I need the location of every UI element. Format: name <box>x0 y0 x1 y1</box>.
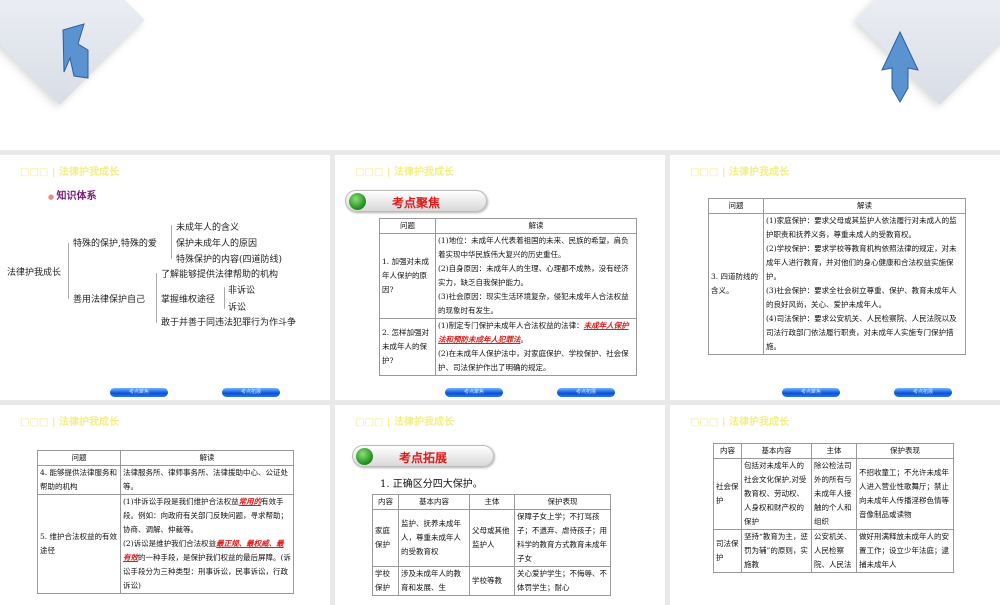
slide-thumbnail-6[interactable]: □□□ | 法律护我成长 内容 基本内容 主体 保护表现 社会保护 包括对未成年人的社会… <box>670 405 1000 605</box>
slide-header: □□□ | 法律护我成长 <box>355 417 454 428</box>
slide-thumbnail-1[interactable]: □□□ | 法律护我成长 ● 知识体系 法律护我成长 特殊的保护,特殊的爱 未成… <box>0 155 330 400</box>
table-row: 司法保护 坚持“教育为主，惩罚为辅”的原则，实施教 公安机关、人民检察院、人民法 做好… <box>713 529 954 573</box>
brace <box>68 243 69 299</box>
protection-table: 内容 基本内容 主体 保护表现 家庭保护 监护、抚养未成年人，尊重未成年人的受教育权 父母… <box>372 494 611 596</box>
next-nav-button[interactable]: 考点拓展 <box>557 388 615 397</box>
section-title: ● 知识体系 <box>48 191 97 202</box>
brace <box>171 225 172 259</box>
cell: 关心爱护学生；不侮辱、不体罚学生；耐心 <box>514 566 611 596</box>
intro-text: 1. 正确区分四大保护。 <box>380 479 483 490</box>
prev-nav-button[interactable]: 考点聚焦 <box>782 388 840 397</box>
col-header: 问题 <box>708 198 764 214</box>
table-row: 学校保护 涉及未成年人的教育和发展、生 学校等教 关心爱护学生；不侮辱、不体罚学生；耐… <box>372 566 611 596</box>
cell: 坚持“教育为主，惩罚为辅”的原则，实施教 <box>741 529 812 573</box>
col-header: 主体 <box>469 494 515 510</box>
answer-cell: (1)地位：未成年人代表着祖国的未来、民族的希望，肩负着实现中华民族伟大复兴的历… <box>435 233 637 319</box>
question-cell: 3. 四道防线的含义。 <box>708 213 764 355</box>
slide-header: □□□ | 法律护我成长 <box>690 417 789 428</box>
cell: 涉及未成年人的教育和发展、生 <box>398 566 470 596</box>
col-header: 内容 <box>713 443 742 459</box>
answer-cell: (1)制定专门保护未成年人合法权益的法律：未成年人保护法和预防未成年人犯罪法。(… <box>435 318 637 376</box>
cell: 除公检法司外的所有与未成年人接触的个人和组织 <box>811 458 857 530</box>
tree-leaf: 保护未成年人的原因 <box>176 239 258 249</box>
question-cell: 4. 能够提供法律服务和帮助的机构 <box>37 465 121 495</box>
col-header: 基本内容 <box>741 443 812 459</box>
arrow-icon <box>881 30 919 104</box>
cell: 监护、抚养未成年人，尊重未成年人的受教育权 <box>398 509 470 567</box>
col-header: 问题 <box>379 218 436 234</box>
tree-leaf: 掌握维权途径 <box>161 295 216 305</box>
table-row: 1. 加强对未成年人保护的原因? (1)地位：未成年人代表着祖国的未来、民族的希… <box>379 233 637 319</box>
tree-leaf: 非诉讼 <box>228 286 256 296</box>
question-cell: 2. 怎样加强对未成年人的保护? <box>379 318 436 376</box>
slide-preview-top <box>0 0 1000 150</box>
table-row: 家庭保护 监护、抚养未成年人，尊重未成年人的受教育权 父母或其他监护人 保障子女上学；… <box>372 509 611 567</box>
cell: 司法保护 <box>713 529 742 573</box>
banner-title: 考点拓展 <box>398 451 447 465</box>
col-header: 解读 <box>120 450 294 466</box>
section-banner: 考点聚焦 <box>345 190 487 212</box>
slide-thumbnail-5[interactable]: □□□ | 法律护我成长 考点拓展 1. 正确区分四大保护。 内容 基本内容 主体保… <box>335 405 665 605</box>
next-nav-button[interactable]: 考点拓展 <box>222 388 280 397</box>
tree-branch: 善用法律保护自己 <box>73 295 146 305</box>
slide-thumbnail-4[interactable]: □□□ | 法律护我成长 问题 解读 4. 能够提供法律服务和帮助的机构 法律服务所… <box>0 405 330 605</box>
section-banner: 考点拓展 <box>352 445 494 467</box>
answer-cell: (1)非诉讼手段是我们维护合法权益常用的有效手段。例如：向政府有关部门反映问题，… <box>120 494 294 594</box>
brace <box>224 287 225 309</box>
table-row: 2. 怎样加强对未成年人的保护? (1)制定专门保护未成年人合法权益的法律：未成… <box>379 318 637 376</box>
banner-title: 考点聚焦 <box>391 196 440 210</box>
tree-leaf: 特殊保护的内容(四道防线) <box>176 255 283 265</box>
qa-table: 问题 解读 1. 加强对未成年人保护的原因? (1)地位：未成年人代表着祖国的未来… <box>379 218 637 376</box>
slide-thumbnail-2[interactable]: □□□ | 法律护我成长 考点聚焦 问题 解读 1. 加强对未成年人保护的原因? … <box>335 155 665 400</box>
tree-branch: 特殊的保护,特殊的爱 <box>73 239 157 249</box>
qa-table: 问题 解读 3. 四道防线的含义。 (1)家庭保护：要求父母或其监护人依法履行对未… <box>708 198 966 355</box>
col-header: 基本内容 <box>398 494 470 510</box>
table-row: 5. 维护合法权益的有效途径 (1)非诉讼手段是我们维护合法权益常用的有效手段。… <box>37 494 294 594</box>
protection-table: 内容 基本内容 主体 保护表现 社会保护 包括对未成年人的社会文化保护,对受教育权、劳动… <box>713 443 954 573</box>
cell: 保障子女上学；不打骂孩子；不遗弃、虐待孩子；用科学的教育方式教育未成年子女 <box>514 509 611 567</box>
col-header: 问题 <box>37 450 121 466</box>
prev-nav-button[interactable]: 考点聚焦 <box>445 388 503 397</box>
slide-header: □□□ | 法律护我成长 <box>20 167 119 178</box>
cell: 家庭保护 <box>372 509 399 567</box>
slide-thumbnail-3[interactable]: □□□ | 法律护我成长 问题 解读 3. 四道防线的含义。 (1)家庭保护：要求… <box>670 155 1000 400</box>
answer-cell: 法律服务所、律师事务所、法律援助中心、公证处等。 <box>120 465 294 495</box>
tree-leaf: 未成年人的含义 <box>176 223 240 233</box>
cell: 做好刑满释放未成年人的安置工作；设立少年法庭；逮捕未成年人 <box>856 529 954 573</box>
next-nav-button[interactable]: 考点拓展 <box>894 388 952 397</box>
slide-header: □□□ | 法律护我成长 <box>20 417 119 428</box>
col-header: 主体 <box>811 443 857 459</box>
prev-nav-button[interactable]: 考点聚焦 <box>110 388 168 397</box>
cell: 父母或其他监护人 <box>469 509 515 567</box>
table-row: 3. 四道防线的含义。 (1)家庭保护：要求父母或其监护人依法履行对未成人的监护… <box>708 213 966 355</box>
slide-header: □□□ | 法律护我成长 <box>355 167 454 178</box>
tree-leaf: 诉讼 <box>228 303 247 313</box>
tree-leaf: 了解能够提供法律帮助的机构 <box>161 270 279 280</box>
col-header: 保护表现 <box>856 443 954 459</box>
cell: 学校保护 <box>372 566 399 596</box>
table-row: 4. 能够提供法律服务和帮助的机构 法律服务所、律师事务所、法律援助中心、公证处等… <box>37 465 294 495</box>
decorative-panel <box>855 0 1000 105</box>
col-header: 解读 <box>435 218 637 234</box>
tree-root: 法律护我成长 <box>7 268 62 278</box>
col-header: 解读 <box>763 198 966 214</box>
cell: 学校等教 <box>469 566 515 596</box>
question-cell: 1. 加强对未成年人保护的原因? <box>379 233 436 319</box>
brace <box>156 273 157 323</box>
col-header: 内容 <box>372 494 399 510</box>
cell: 社会保护 <box>713 458 742 530</box>
cell: 不招收童工；不允许未成年人进入营业性歌舞厅；禁止向未成年人传播淫秽色情等音像制品… <box>856 458 954 530</box>
table-row: 社会保护 包括对未成年人的社会文化保护,对受教育权、劳动权、人身权和财产权的保护除… <box>713 458 954 530</box>
arrow-icon <box>62 23 89 79</box>
question-cell: 5. 维护合法权益的有效途径 <box>37 494 121 594</box>
tree-leaf: 敢于并善于同违法犯罪行为作斗争 <box>161 318 297 328</box>
slide-header: □□□ | 法律护我成长 <box>690 167 789 178</box>
col-header: 保护表现 <box>514 494 611 510</box>
qa-table: 问题 解读 4. 能够提供法律服务和帮助的机构 法律服务所、律师事务所、法律援助中心… <box>37 450 294 594</box>
cell: 包括对未成年人的社会文化保护,对受教育权、劳动权、人身权和财产权的保护 <box>741 458 812 530</box>
cell: 公安机关、人民检察院、人民法 <box>811 529 857 573</box>
answer-cell: (1)家庭保护：要求父母或其监护人依法履行对未成人的监护职责和抚养义务，尊重未成… <box>763 213 966 355</box>
